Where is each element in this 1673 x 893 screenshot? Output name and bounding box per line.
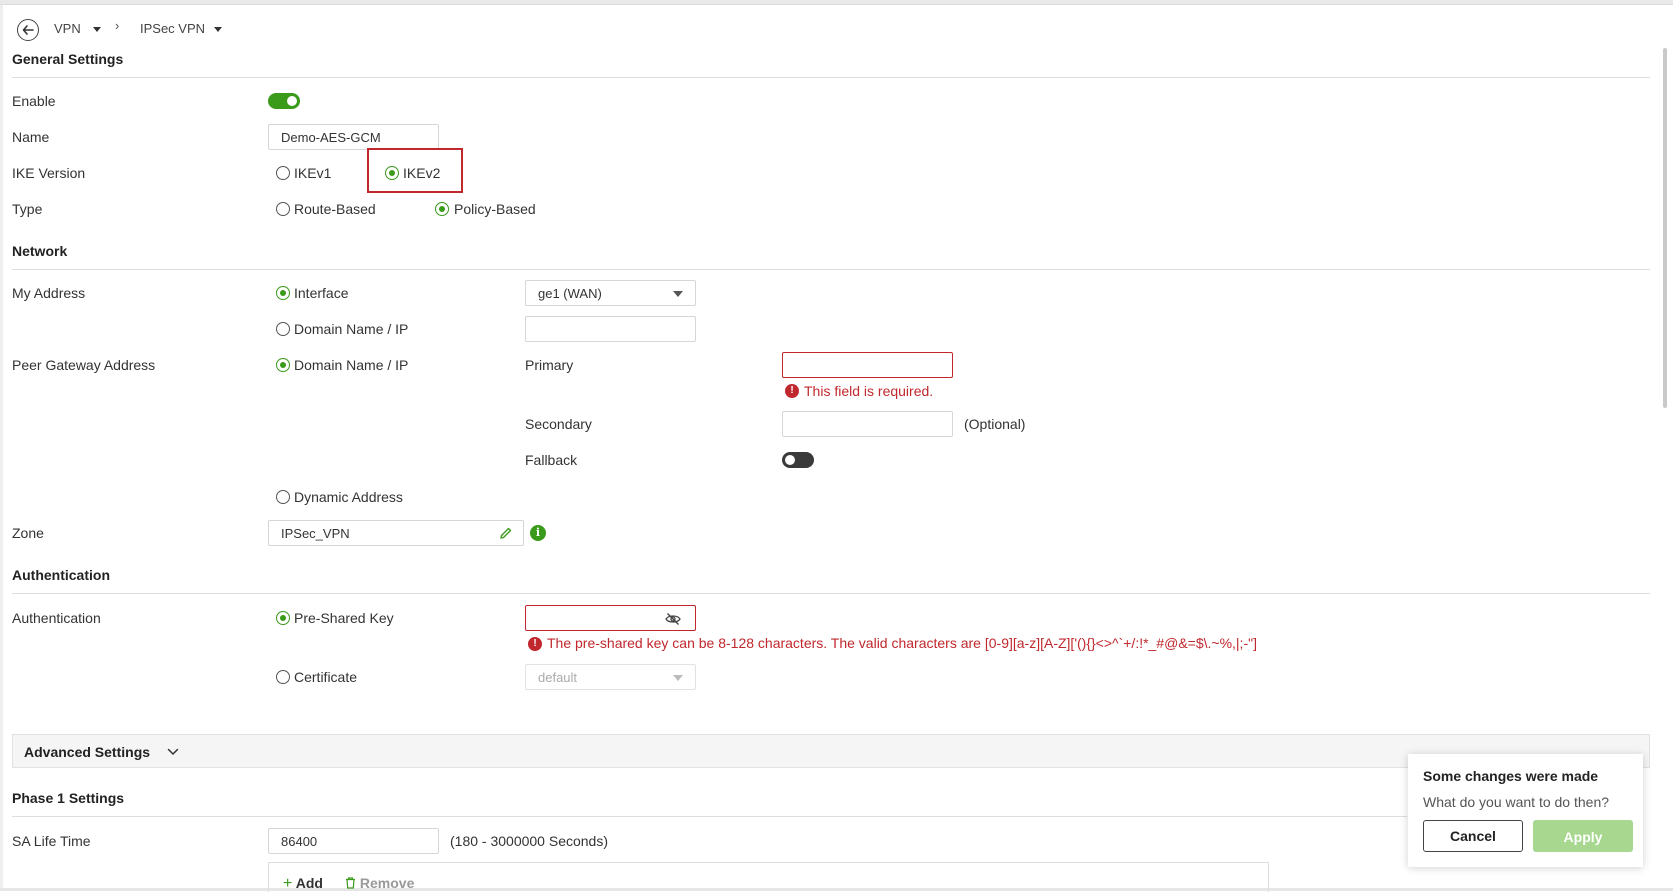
secondary-input[interactable] bbox=[782, 411, 953, 437]
policy-based-radio[interactable] bbox=[435, 202, 449, 216]
primary-input[interactable] bbox=[782, 352, 953, 378]
certificate-radio[interactable] bbox=[276, 670, 290, 684]
my-domain-ip-radio[interactable] bbox=[276, 322, 290, 336]
ike-version-label: IKE Version bbox=[12, 165, 86, 181]
proposal-table bbox=[268, 862, 1269, 892]
info-icon[interactable]: i bbox=[530, 525, 546, 541]
back-button[interactable] bbox=[17, 19, 39, 41]
peer-gateway-label: Peer Gateway Address bbox=[12, 357, 156, 373]
interface-label: Interface bbox=[294, 285, 349, 301]
unsaved-changes-popup: Some changes were made What do you want … bbox=[1408, 754, 1643, 867]
pre-shared-key-input[interactable] bbox=[525, 605, 696, 631]
error-icon: ! bbox=[528, 637, 542, 651]
pencil-icon[interactable] bbox=[499, 526, 513, 540]
error-icon: ! bbox=[785, 384, 799, 398]
apply-button[interactable]: Apply bbox=[1533, 820, 1633, 852]
authentication-label: Authentication bbox=[12, 610, 101, 626]
interface-radio[interactable] bbox=[276, 286, 290, 300]
certificate-label: Certificate bbox=[294, 669, 358, 685]
certificate-select[interactable]: default bbox=[525, 664, 696, 690]
route-based-radio[interactable] bbox=[276, 202, 290, 216]
caret-down-icon[interactable] bbox=[93, 27, 101, 32]
sa-life-time-hint: (180 - 3000000 Seconds) bbox=[450, 833, 608, 849]
primary-label: Primary bbox=[525, 357, 574, 373]
my-domain-ip-label: Domain Name / IP bbox=[294, 321, 409, 337]
my-address-label: My Address bbox=[12, 285, 86, 301]
enable-toggle[interactable] bbox=[268, 93, 300, 109]
popup-title: Some changes were made bbox=[1423, 768, 1599, 784]
advanced-settings-label: Advanced Settings bbox=[24, 744, 151, 760]
divider bbox=[12, 593, 1650, 594]
my-domain-ip-input[interactable] bbox=[525, 316, 696, 342]
peer-domain-ip-radio[interactable] bbox=[276, 358, 290, 372]
plus-icon: + bbox=[283, 875, 293, 892]
breadcrumb-ipsec-vpn[interactable]: IPSec VPN bbox=[140, 21, 205, 36]
dropdown-caret-icon bbox=[673, 675, 683, 681]
divider bbox=[12, 816, 1407, 817]
network-title: Network bbox=[12, 243, 68, 259]
psk-error-text: The pre-shared key can be 8-128 characte… bbox=[547, 635, 1257, 651]
primary-error-text: This field is required. bbox=[804, 383, 934, 399]
name-input[interactable]: Demo-AES-GCM bbox=[268, 124, 439, 150]
remove-button[interactable]: Remove bbox=[345, 875, 414, 891]
left-edge bbox=[0, 5, 3, 888]
policy-based-label: Policy-Based bbox=[454, 201, 536, 217]
sa-life-time-label: SA Life Time bbox=[12, 833, 91, 849]
chevron-down-icon bbox=[167, 748, 179, 756]
dynamic-address-label: Dynamic Address bbox=[294, 489, 403, 505]
caret-down-icon[interactable] bbox=[214, 27, 222, 32]
ikev1-label: IKEv1 bbox=[294, 165, 332, 181]
secondary-label: Secondary bbox=[525, 416, 592, 432]
phase1-settings-title: Phase 1 Settings bbox=[12, 790, 125, 806]
peer-domain-ip-label: Domain Name / IP bbox=[294, 357, 409, 373]
zone-value: IPSec_VPN bbox=[281, 526, 350, 541]
general-settings-title: General Settings bbox=[12, 51, 124, 67]
arrow-left-icon bbox=[22, 25, 34, 35]
scrollbar[interactable] bbox=[1663, 48, 1667, 408]
fallback-toggle[interactable] bbox=[782, 452, 814, 468]
type-label: Type bbox=[12, 201, 43, 217]
top-border bbox=[0, 0, 1673, 5]
optional-hint: (Optional) bbox=[964, 416, 1026, 432]
dynamic-address-radio[interactable] bbox=[276, 490, 290, 504]
divider bbox=[12, 77, 1650, 78]
route-based-label: Route-Based bbox=[294, 201, 376, 217]
remove-label: Remove bbox=[359, 875, 415, 891]
eye-off-icon[interactable] bbox=[665, 612, 681, 626]
enable-label: Enable bbox=[12, 93, 56, 109]
name-label: Name bbox=[12, 129, 50, 145]
authentication-title: Authentication bbox=[12, 567, 110, 583]
ikev1-radio[interactable] bbox=[276, 166, 290, 180]
chevron-right-icon: › bbox=[115, 18, 120, 33]
breadcrumb-vpn[interactable]: VPN bbox=[54, 21, 81, 36]
cancel-button[interactable]: Cancel bbox=[1423, 820, 1523, 852]
dropdown-caret-icon bbox=[673, 291, 683, 297]
certificate-select-value: default bbox=[538, 670, 578, 685]
zone-label: Zone bbox=[12, 525, 44, 541]
fallback-label: Fallback bbox=[525, 452, 578, 468]
pre-shared-key-label: Pre-Shared Key bbox=[294, 610, 394, 626]
interface-select[interactable]: ge1 (WAN) bbox=[525, 280, 696, 306]
add-button[interactable]: + Add bbox=[283, 875, 323, 893]
advanced-settings-bar[interactable]: Advanced Settings bbox=[12, 734, 1650, 768]
ikev2-radio[interactable] bbox=[385, 166, 399, 180]
divider bbox=[12, 269, 1650, 270]
interface-select-value: ge1 (WAN) bbox=[538, 286, 602, 301]
popup-message: What do you want to do then? bbox=[1423, 794, 1610, 810]
add-label: Add bbox=[295, 875, 323, 891]
ikev2-label: IKEv2 bbox=[403, 165, 441, 181]
pre-shared-key-radio[interactable] bbox=[276, 611, 290, 625]
sa-life-time-input[interactable]: 86400 bbox=[268, 828, 439, 854]
trash-icon bbox=[346, 877, 355, 889]
zone-input[interactable]: IPSec_VPN bbox=[268, 520, 524, 546]
